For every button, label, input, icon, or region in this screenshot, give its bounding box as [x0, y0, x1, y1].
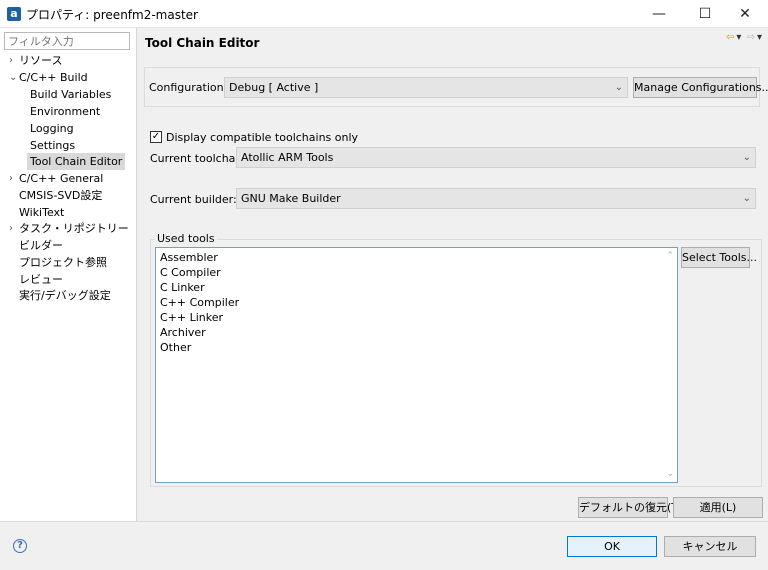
manage-configurations-button[interactable]: Manage Configurations...	[633, 77, 768, 98]
current-toolchain-select[interactable]: Atollic ARM Tools ⌄	[236, 147, 756, 168]
compatible-toolchains-checkbox[interactable]: ✓	[150, 131, 162, 143]
navigation-pane: › リソース ⌄ C/C++ Build Build Variables Env…	[0, 28, 137, 521]
tree-item-build-variables[interactable]: Build Variables	[30, 86, 111, 103]
tree-item-wikitext[interactable]: WikiText	[19, 204, 64, 221]
tree-item-settings[interactable]: Settings	[30, 137, 75, 154]
current-builder-label: Current builder:	[150, 193, 237, 206]
chevron-down-icon: ⌄	[742, 152, 751, 163]
configuration-value: Debug [ Active ]	[229, 81, 319, 94]
dialog-button-bar: ? OK キャンセル	[0, 521, 768, 570]
tree-item-builders[interactable]: ビルダー	[19, 237, 63, 254]
cancel-button[interactable]: キャンセル	[664, 536, 756, 557]
current-builder-select[interactable]: GNU Make Builder ⌄	[236, 188, 756, 209]
list-item[interactable]: C++ Compiler	[160, 295, 239, 310]
expand-chevron-icon[interactable]: ›	[9, 52, 17, 69]
tree-item-review[interactable]: レビュー	[19, 271, 63, 288]
filter-input[interactable]	[4, 32, 130, 50]
configuration-label: Configuration:	[149, 81, 228, 94]
forward-arrow-icon[interactable]: ⇨	[747, 32, 755, 43]
tree-item-environment[interactable]: Environment	[30, 103, 100, 120]
used-tools-list[interactable]: Assembler C Compiler C Linker C++ Compil…	[155, 247, 678, 483]
list-item[interactable]: Archiver	[160, 325, 206, 340]
restore-defaults-button[interactable]: デフォルトの復元(T)	[578, 497, 682, 518]
tree-item-tool-chain-editor[interactable]: Tool Chain Editor	[27, 153, 126, 170]
expand-chevron-icon[interactable]: ›	[9, 220, 17, 237]
configuration-select[interactable]: Debug [ Active ] ⌄	[224, 77, 628, 98]
list-item[interactable]: C Compiler	[160, 265, 221, 280]
property-page: Tool Chain Editor ⇦ ▾ ⇨ ▾ Configuration: D…	[138, 28, 768, 521]
configuration-group: Configuration: Debug [ Active ] ⌄ Manage…	[144, 67, 768, 107]
page-title: Tool Chain Editor	[145, 36, 260, 50]
chevron-down-icon: ⌄	[742, 193, 751, 204]
tree-item-run-debug-settings[interactable]: 実行/デバッグ設定	[19, 287, 111, 304]
tree-item-project-references[interactable]: プロジェクト参照	[19, 254, 107, 271]
tree-item-logging[interactable]: Logging	[30, 120, 74, 137]
close-button[interactable]: ✕	[722, 0, 768, 28]
apply-button[interactable]: 適用(L)	[673, 497, 763, 518]
tree-item-cpp-build[interactable]: C/C++ Build	[19, 69, 88, 86]
list-item[interactable]: C Linker	[160, 280, 205, 295]
help-icon[interactable]: ?	[13, 539, 27, 553]
minimize-button[interactable]: —	[636, 0, 682, 28]
select-tools-button[interactable]: Select Tools...	[681, 247, 757, 268]
current-toolchain-label: Current toolchain:	[150, 152, 250, 165]
chevron-down-icon: ⌄	[614, 82, 623, 93]
list-item[interactable]: Other	[160, 340, 191, 355]
tree-item-cpp-general[interactable]: C/C++ General	[19, 170, 103, 187]
ok-button[interactable]: OK	[567, 536, 657, 557]
expand-chevron-icon[interactable]: ›	[9, 170, 17, 187]
tree-item-task-repository[interactable]: タスク・リポジトリー	[19, 220, 129, 237]
tree-item-resource[interactable]: リソース	[19, 52, 62, 69]
title-bar: a プロパティ: preenfm2-master — ☐ ✕	[0, 0, 768, 28]
back-menu-icon[interactable]: ▾	[736, 32, 741, 43]
used-tools-label: Used tools	[155, 232, 217, 245]
current-builder-value: GNU Make Builder	[241, 192, 341, 205]
scroll-down-icon[interactable]: ⌄	[666, 469, 674, 479]
compatible-toolchains-label: Display compatible toolchains only	[166, 131, 359, 144]
tree-item-cmsis-svd[interactable]: CMSIS-SVD設定	[19, 187, 102, 204]
app-icon: a	[7, 7, 21, 21]
collapse-chevron-icon[interactable]: ⌄	[9, 69, 17, 86]
list-item[interactable]: C++ Linker	[160, 310, 223, 325]
scroll-up-icon[interactable]: ⌃	[666, 251, 674, 261]
list-item[interactable]: Assembler	[160, 250, 218, 265]
back-arrow-icon[interactable]: ⇦	[726, 32, 734, 43]
page-navigation: ⇦ ▾ ⇨ ▾	[724, 32, 762, 43]
window-title: プロパティ: preenfm2-master	[26, 8, 198, 22]
current-toolchain-value: Atollic ARM Tools	[241, 151, 334, 164]
forward-menu-icon[interactable]: ▾	[757, 32, 762, 43]
